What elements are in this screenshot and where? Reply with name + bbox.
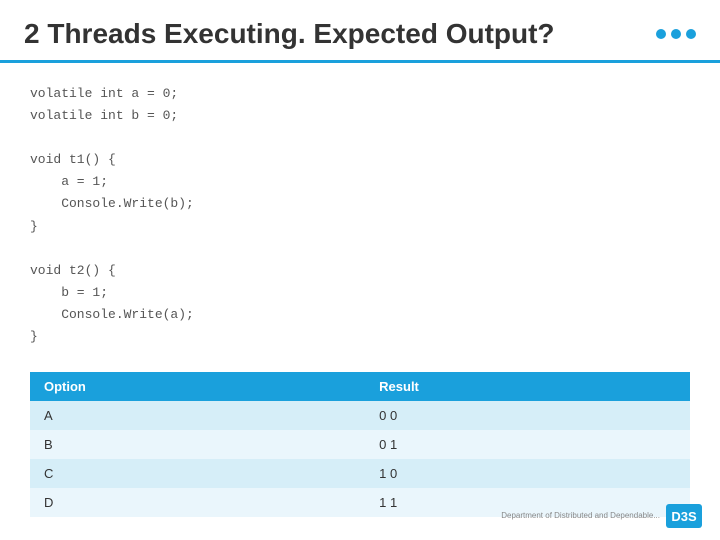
table-section: Option Result A0 0B0 1C1 0D1 1 [0,362,720,527]
cell-result: 1 0 [365,459,690,488]
header-result: Result [365,372,690,401]
table-row: B0 1 [30,430,690,459]
footer-text: Department of Distributed and Dependable… [501,511,660,521]
header-option: Option [30,372,365,401]
title-bar: 2 Threads Executing. Expected Output? [0,0,720,63]
results-table: Option Result A0 0B0 1C1 0D1 1 [30,372,690,517]
table-row: C1 0 [30,459,690,488]
dot-3 [686,29,696,39]
table-body: A0 0B0 1C1 0D1 1 [30,401,690,517]
code-line-1: volatile int a = 0; volatile int b = 0; … [30,86,194,344]
d3s-logo: D3S [666,504,702,528]
code-section: volatile int a = 0; volatile int b = 0; … [0,63,720,362]
dot-1 [656,29,666,39]
table-header: Option Result [30,372,690,401]
header-row: Option Result [30,372,690,401]
code-block: volatile int a = 0; volatile int b = 0; … [30,83,690,348]
table-row: A0 0 [30,401,690,430]
cell-result: 0 0 [365,401,690,430]
cell-option: C [30,459,365,488]
cell-option: B [30,430,365,459]
cell-result: 0 1 [365,430,690,459]
cell-option: D [30,488,365,517]
dots-container [656,29,696,39]
slide: 2 Threads Executing. Expected Output? vo… [0,0,720,540]
cell-option: A [30,401,365,430]
footer: Department of Distributed and Dependable… [501,504,702,528]
slide-title: 2 Threads Executing. Expected Output? [24,18,555,50]
dot-2 [671,29,681,39]
